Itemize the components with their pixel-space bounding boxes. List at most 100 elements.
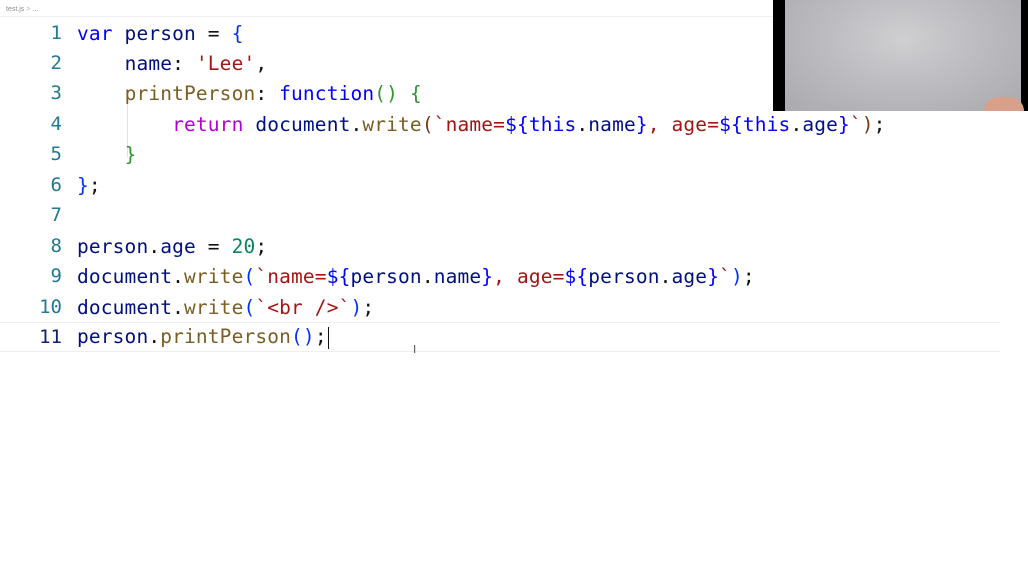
identifier: person — [77, 325, 149, 349]
code-text[interactable]: document.write(`name=${person.name}, age… — [77, 265, 755, 288]
breadcrumb[interactable]: test.js > ... — [6, 2, 38, 16]
template-substitution: } — [707, 264, 720, 288]
line-number: 3 — [50, 82, 62, 104]
code-line-7[interactable]: 7 — [0, 200, 1000, 230]
punctuation: . — [148, 234, 161, 258]
webcam-overlay — [773, 0, 1028, 111]
code-line-6[interactable]: 6 }; — [0, 170, 1000, 200]
template-string: ` — [849, 112, 862, 136]
punctuation: : — [255, 81, 280, 105]
identifier: person — [112, 21, 208, 45]
template-substitution: ${ — [326, 264, 351, 288]
code-text[interactable]: person.printPerson(); — [77, 325, 329, 349]
property: name — [433, 264, 482, 288]
code-text[interactable]: document.write(`<br />`); — [77, 296, 374, 319]
bracket: ( — [243, 264, 256, 288]
mouse-ibeam-cursor: I — [413, 343, 417, 356]
presenter-hand — [984, 97, 1024, 111]
code-text[interactable]: var person = { — [77, 22, 243, 45]
keyword: var — [77, 21, 113, 45]
template-string: , age= — [647, 112, 720, 136]
keyword: this — [742, 112, 791, 136]
punctuation: ; — [742, 264, 755, 288]
code-text[interactable]: } — [77, 142, 137, 166]
line-number: 5 — [50, 143, 62, 165]
template-substitution: } — [838, 112, 850, 136]
code-text[interactable]: return document.write(`name=${this.name}… — [77, 113, 886, 136]
punctuation: . — [172, 295, 185, 319]
template-substitution: ${ — [505, 112, 529, 136]
line-number: 4 — [50, 113, 62, 135]
bracket: ) — [350, 295, 363, 319]
punctuation: . — [148, 325, 161, 349]
code-line-10[interactable]: 10 document.write(`<br />`); — [0, 292, 1000, 322]
bracket: ( — [243, 295, 256, 319]
line-number: 10 — [39, 296, 62, 318]
punctuation: . — [421, 264, 434, 288]
identifier: document — [255, 112, 351, 136]
line-number: 2 — [50, 52, 62, 74]
number: 20 — [231, 234, 256, 258]
identifier: person — [350, 264, 422, 288]
code-line-8[interactable]: 8 person.age = 20; — [0, 231, 1000, 261]
keyword: return — [172, 112, 244, 136]
identifier: person — [588, 264, 660, 288]
property: age — [160, 234, 196, 258]
punctuation: . — [576, 112, 589, 136]
bracket: ) — [861, 112, 874, 136]
method-name: printPerson — [124, 81, 256, 105]
punctuation: ; — [873, 112, 886, 136]
property: age — [671, 264, 708, 288]
line-number: 11 — [39, 326, 62, 348]
template-string: `name= — [433, 112, 506, 136]
code-text[interactable]: name: 'Lee', — [77, 51, 268, 75]
line-number: 8 — [50, 235, 62, 257]
code-line-11[interactable]: 11 person.printPerson(); — [0, 322, 1000, 352]
property: name — [588, 112, 636, 136]
keyword: function — [279, 81, 375, 105]
punctuation: . — [350, 112, 363, 136]
identifier: document — [77, 264, 173, 288]
property: age — [802, 112, 838, 136]
identifier: person — [77, 234, 149, 258]
code-line-9[interactable]: 9 document.write(`name=${person.name}, a… — [0, 261, 1000, 291]
punctuation: ; — [362, 295, 375, 319]
method-name: write — [184, 264, 244, 288]
bracket: { — [409, 81, 422, 105]
template-string: , age= — [493, 264, 565, 288]
punctuation: . — [790, 112, 803, 136]
template-substitution: ${ — [564, 264, 589, 288]
code-line-5[interactable]: 5 } — [0, 139, 1000, 169]
bracket: () — [291, 325, 315, 349]
punctuation: . — [659, 264, 672, 288]
bracket: } — [124, 142, 137, 166]
punctuation: ; — [255, 234, 268, 258]
template-string: `name= — [255, 264, 327, 288]
breadcrumb-separator: > — [26, 5, 31, 13]
code-line-4[interactable]: 4 return document.write(`name=${this.nam… — [0, 109, 1000, 139]
code-text[interactable]: }; — [77, 174, 101, 197]
breadcrumb-ellipsis[interactable]: ... — [32, 6, 38, 13]
punctuation: ; — [88, 173, 101, 197]
operator: = — [195, 234, 232, 258]
line-number: 9 — [50, 265, 62, 287]
line-number: 6 — [50, 174, 62, 196]
bracket: } — [77, 173, 89, 197]
property: name — [124, 51, 173, 75]
code-text[interactable]: person.age = 20; — [77, 235, 267, 258]
bracket: { — [231, 21, 244, 45]
code-text[interactable]: printPerson: function() { — [77, 82, 422, 105]
breadcrumb-file[interactable]: test.js — [6, 6, 24, 13]
template-string: ` — [719, 264, 731, 288]
keyword: this — [528, 112, 577, 136]
punctuation: . — [172, 264, 185, 288]
webcam-frame — [785, 0, 1021, 111]
operator: = — [207, 21, 220, 45]
template-string: `<br />` — [255, 295, 351, 319]
method-name: write — [362, 112, 422, 136]
line-number: 1 — [50, 22, 62, 44]
